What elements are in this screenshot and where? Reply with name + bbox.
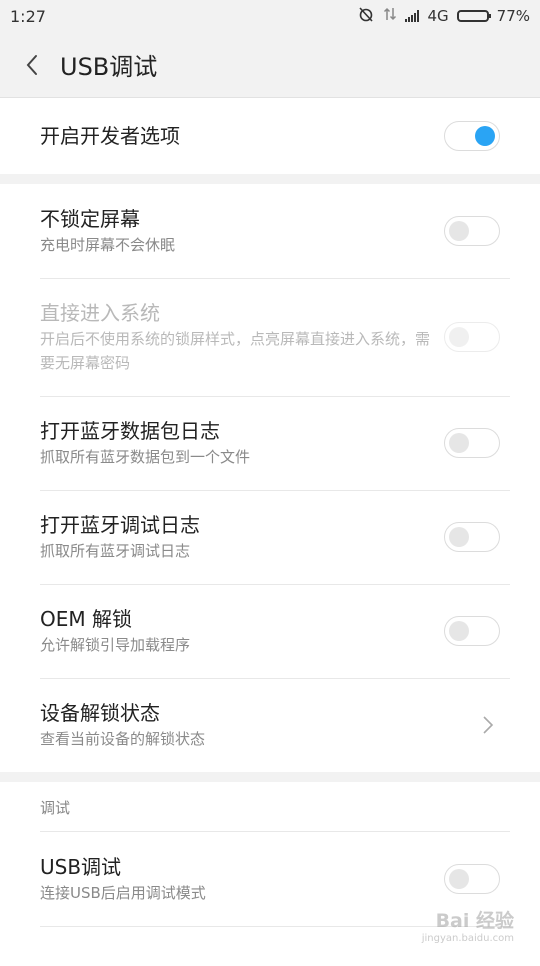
setting-title: 打开蓝牙调试日志 — [40, 513, 200, 537]
alarm-off-icon — [357, 5, 375, 27]
keep-screen-on-row[interactable]: 不锁定屏幕充电时屏幕不会休眠 — [0, 184, 540, 278]
direct-boot-row: 直接进入系统开启后不使用系统的锁屏样式，点亮屏幕直接进入系统，需要无屏幕密码 — [0, 278, 540, 396]
signal-icon — [405, 10, 420, 22]
setting-title: OEM 解锁 — [40, 607, 132, 631]
network-type: 4G — [427, 7, 449, 25]
setting-title: USB调试 — [40, 855, 122, 879]
setting-subtitle: 允许解锁引导加载程序 — [40, 636, 191, 654]
debug-category-header: 调试 — [0, 782, 540, 832]
developer-options-toggle[interactable] — [444, 121, 500, 151]
developer-options-label: 开启开发者选项 — [40, 124, 180, 148]
title-bar: USB调试 — [0, 32, 540, 98]
back-arrow-icon[interactable] — [18, 51, 46, 79]
bt-debug-log-row[interactable]: 打开蓝牙调试日志抓取所有蓝牙调试日志 — [0, 490, 540, 584]
toggle-knob — [449, 221, 469, 241]
bt-debug-log-toggle[interactable] — [444, 522, 500, 552]
setting-subtitle: 抓取所有蓝牙数据包到一个文件 — [40, 448, 251, 466]
watermark-text: Bai 经验 — [435, 910, 514, 932]
setting-title: 不锁定屏幕 — [40, 207, 140, 231]
device-unlock-status-row[interactable]: 设备解锁状态查看当前设备的解锁状态 — [0, 678, 540, 772]
watermark-logo: Bai 经验 jingyan.baidu.com — [422, 906, 514, 944]
toggle-knob — [449, 433, 469, 453]
battery-percent: 77% — [496, 7, 530, 25]
setting-subtitle: 查看当前设备的解锁状态 — [40, 730, 206, 748]
status-icons: 4G 77% — [357, 5, 530, 27]
developer-section: 开启开发者选项 — [0, 98, 540, 174]
toggle-knob — [475, 126, 495, 146]
page-title: USB调试 — [60, 53, 158, 81]
data-transfer-icon — [383, 6, 397, 26]
toggle-knob — [449, 621, 469, 641]
chevron-right-icon — [478, 715, 498, 735]
debug-section: USB调试连接USB后启用调试模式 — [0, 832, 540, 966]
section-gap — [0, 174, 540, 184]
status-time: 1:27 — [10, 6, 46, 26]
setting-subtitle: 连接USB后启用调试模式 — [40, 884, 206, 902]
oem-unlock-toggle[interactable] — [444, 616, 500, 646]
toggle-knob — [449, 869, 469, 889]
direct-boot-toggle — [444, 322, 500, 352]
setting-title: 设备解锁状态 — [40, 701, 160, 725]
setting-subtitle: 抓取所有蓝牙调试日志 — [40, 542, 191, 560]
battery-icon — [456, 10, 491, 22]
setting-subtitle: 充电时屏幕不会休眠 — [40, 236, 176, 254]
bt-hci-log-row[interactable]: 打开蓝牙数据包日志抓取所有蓝牙数据包到一个文件 — [0, 396, 540, 490]
setting-title: 直接进入系统 — [40, 301, 160, 325]
oem-unlock-row[interactable]: OEM 解锁允许解锁引导加载程序 — [0, 584, 540, 678]
bt-hci-log-toggle[interactable] — [444, 428, 500, 458]
keep-screen-on-toggle[interactable] — [444, 216, 500, 246]
status-bar: 1:27 4G 77% — [0, 0, 540, 32]
toggle-knob — [449, 527, 469, 547]
watermark-url: jingyan.baidu.com — [421, 933, 514, 944]
setting-title: 打开蓝牙数据包日志 — [40, 419, 220, 443]
usb-debugging-toggle[interactable] — [444, 864, 500, 894]
developer-options-row[interactable]: 开启开发者选项 — [0, 98, 540, 174]
setting-subtitle: 开启后不使用系统的锁屏样式，点亮屏幕直接进入系统，需要无屏幕密码 — [40, 330, 431, 372]
toggle-knob — [449, 327, 469, 347]
settings-section: 不锁定屏幕充电时屏幕不会休眠 直接进入系统开启后不使用系统的锁屏样式，点亮屏幕直… — [0, 184, 540, 772]
section-gap — [0, 772, 540, 782]
